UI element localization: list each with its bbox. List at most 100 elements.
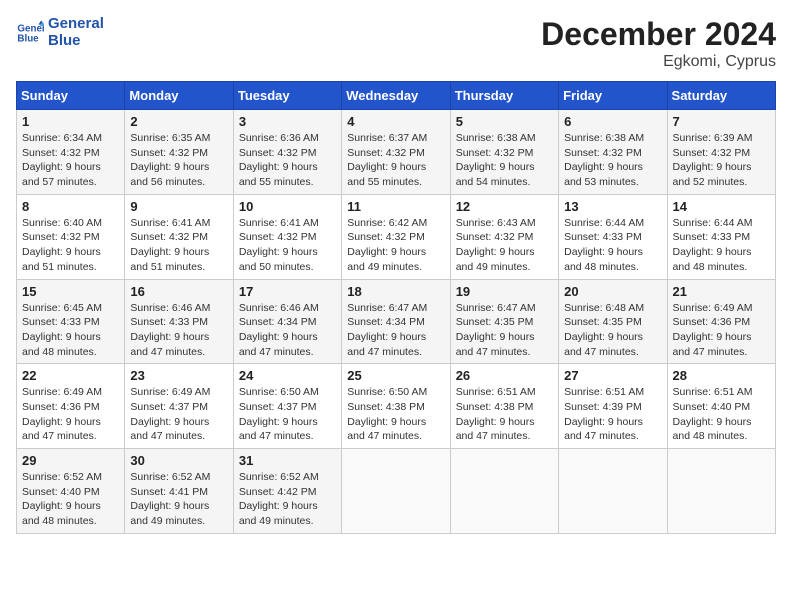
sunrise-label: Sunrise: bbox=[673, 217, 714, 229]
sunset-label: Sunset: bbox=[347, 147, 386, 159]
sunset-label: Sunset: bbox=[239, 316, 278, 328]
sunrise-value: 6:34 AM bbox=[63, 132, 102, 144]
sunset-value: 4:32 PM bbox=[386, 147, 425, 159]
calendar-week-row: 29 Sunrise: 6:52 AM Sunset: 4:40 PM Dayl… bbox=[17, 449, 776, 534]
sunset-label: Sunset: bbox=[22, 231, 61, 243]
calendar-cell: 28 Sunrise: 6:51 AM Sunset: 4:40 PM Dayl… bbox=[667, 364, 775, 449]
daylight-label: Daylight: bbox=[239, 331, 283, 343]
daylight-label: Daylight: bbox=[673, 331, 717, 343]
sunrise-label: Sunrise: bbox=[564, 217, 605, 229]
day-info: Sunrise: 6:47 AM Sunset: 4:35 PM Dayligh… bbox=[456, 301, 553, 360]
sunset-label: Sunset: bbox=[564, 147, 603, 159]
calendar-cell: 7 Sunrise: 6:39 AM Sunset: 4:32 PM Dayli… bbox=[667, 110, 775, 195]
day-info: Sunrise: 6:52 AM Sunset: 4:42 PM Dayligh… bbox=[239, 470, 336, 529]
calendar-cell: 20 Sunrise: 6:48 AM Sunset: 4:35 PM Dayl… bbox=[559, 279, 667, 364]
sunrise-value: 6:38 AM bbox=[497, 132, 536, 144]
daylight-label: Daylight: bbox=[456, 416, 500, 428]
sunset-label: Sunset: bbox=[22, 401, 61, 413]
sunset-label: Sunset: bbox=[239, 486, 278, 498]
sunset-value: 4:36 PM bbox=[711, 316, 750, 328]
sunrise-value: 6:50 AM bbox=[389, 386, 428, 398]
day-number: 31 bbox=[239, 453, 336, 468]
daylight-label: Daylight: bbox=[347, 246, 391, 258]
day-number: 3 bbox=[239, 114, 336, 129]
day-number: 14 bbox=[673, 199, 770, 214]
sunrise-label: Sunrise: bbox=[564, 302, 605, 314]
daylight-label: Daylight: bbox=[239, 161, 283, 173]
sunrise-label: Sunrise: bbox=[347, 132, 388, 144]
day-info: Sunrise: 6:51 AM Sunset: 4:40 PM Dayligh… bbox=[673, 385, 770, 444]
sunrise-label: Sunrise: bbox=[564, 386, 605, 398]
sunrise-value: 6:50 AM bbox=[280, 386, 319, 398]
calendar-cell: 29 Sunrise: 6:52 AM Sunset: 4:40 PM Dayl… bbox=[17, 449, 125, 534]
day-info: Sunrise: 6:43 AM Sunset: 4:32 PM Dayligh… bbox=[456, 216, 553, 275]
calendar-cell: 12 Sunrise: 6:43 AM Sunset: 4:32 PM Dayl… bbox=[450, 194, 558, 279]
column-header-saturday: Saturday bbox=[667, 82, 775, 110]
sunrise-value: 6:51 AM bbox=[497, 386, 536, 398]
month-title: December 2024 bbox=[541, 16, 776, 53]
sunrise-value: 6:40 AM bbox=[63, 217, 102, 229]
sunset-value: 4:40 PM bbox=[711, 401, 750, 413]
sunset-value: 4:38 PM bbox=[494, 401, 533, 413]
calendar-week-row: 8 Sunrise: 6:40 AM Sunset: 4:32 PM Dayli… bbox=[17, 194, 776, 279]
day-info: Sunrise: 6:38 AM Sunset: 4:32 PM Dayligh… bbox=[456, 131, 553, 190]
calendar-cell: 4 Sunrise: 6:37 AM Sunset: 4:32 PM Dayli… bbox=[342, 110, 450, 195]
calendar-cell: 24 Sunrise: 6:50 AM Sunset: 4:37 PM Dayl… bbox=[233, 364, 341, 449]
day-number: 24 bbox=[239, 368, 336, 383]
sunset-value: 4:32 PM bbox=[277, 231, 316, 243]
sunrise-label: Sunrise: bbox=[347, 386, 388, 398]
calendar-cell: 26 Sunrise: 6:51 AM Sunset: 4:38 PM Dayl… bbox=[450, 364, 558, 449]
daylight-label: Daylight: bbox=[22, 246, 66, 258]
sunrise-value: 6:51 AM bbox=[606, 386, 645, 398]
title-block: December 2024 Egkomi, Cyprus bbox=[541, 16, 776, 71]
sunset-label: Sunset: bbox=[456, 401, 495, 413]
calendar-cell: 6 Sunrise: 6:38 AM Sunset: 4:32 PM Dayli… bbox=[559, 110, 667, 195]
day-info: Sunrise: 6:49 AM Sunset: 4:36 PM Dayligh… bbox=[673, 301, 770, 360]
daylight-label: Daylight: bbox=[347, 331, 391, 343]
daylight-label: Daylight: bbox=[22, 500, 66, 512]
day-number: 30 bbox=[130, 453, 227, 468]
calendar-cell: 31 Sunrise: 6:52 AM Sunset: 4:42 PM Dayl… bbox=[233, 449, 341, 534]
calendar-cell: 27 Sunrise: 6:51 AM Sunset: 4:39 PM Dayl… bbox=[559, 364, 667, 449]
daylight-label: Daylight: bbox=[347, 161, 391, 173]
sunset-label: Sunset: bbox=[673, 401, 712, 413]
calendar-week-row: 15 Sunrise: 6:45 AM Sunset: 4:33 PM Dayl… bbox=[17, 279, 776, 364]
daylight-label: Daylight: bbox=[130, 331, 174, 343]
sunset-label: Sunset: bbox=[22, 147, 61, 159]
sunrise-value: 6:47 AM bbox=[497, 302, 536, 314]
day-info: Sunrise: 6:48 AM Sunset: 4:35 PM Dayligh… bbox=[564, 301, 661, 360]
sunrise-value: 6:51 AM bbox=[714, 386, 753, 398]
sunrise-label: Sunrise: bbox=[22, 471, 63, 483]
day-number: 10 bbox=[239, 199, 336, 214]
day-info: Sunrise: 6:44 AM Sunset: 4:33 PM Dayligh… bbox=[673, 216, 770, 275]
sunrise-value: 6:45 AM bbox=[63, 302, 102, 314]
day-info: Sunrise: 6:52 AM Sunset: 4:41 PM Dayligh… bbox=[130, 470, 227, 529]
calendar-cell: 10 Sunrise: 6:41 AM Sunset: 4:32 PM Dayl… bbox=[233, 194, 341, 279]
day-info: Sunrise: 6:37 AM Sunset: 4:32 PM Dayligh… bbox=[347, 131, 444, 190]
column-header-sunday: Sunday bbox=[17, 82, 125, 110]
logo-icon: General Blue bbox=[16, 19, 44, 47]
sunrise-label: Sunrise: bbox=[130, 302, 171, 314]
calendar-cell: 14 Sunrise: 6:44 AM Sunset: 4:33 PM Dayl… bbox=[667, 194, 775, 279]
day-number: 7 bbox=[673, 114, 770, 129]
sunrise-label: Sunrise: bbox=[347, 217, 388, 229]
day-number: 2 bbox=[130, 114, 227, 129]
daylight-label: Daylight: bbox=[673, 416, 717, 428]
day-number: 6 bbox=[564, 114, 661, 129]
sunrise-value: 6:52 AM bbox=[280, 471, 319, 483]
column-header-monday: Monday bbox=[125, 82, 233, 110]
calendar-week-row: 1 Sunrise: 6:34 AM Sunset: 4:32 PM Dayli… bbox=[17, 110, 776, 195]
sunset-value: 4:32 PM bbox=[603, 147, 642, 159]
logo: General Blue General Blue bbox=[16, 16, 104, 49]
day-info: Sunrise: 6:44 AM Sunset: 4:33 PM Dayligh… bbox=[564, 216, 661, 275]
calendar-cell: 25 Sunrise: 6:50 AM Sunset: 4:38 PM Dayl… bbox=[342, 364, 450, 449]
day-info: Sunrise: 6:49 AM Sunset: 4:37 PM Dayligh… bbox=[130, 385, 227, 444]
day-info: Sunrise: 6:35 AM Sunset: 4:32 PM Dayligh… bbox=[130, 131, 227, 190]
sunrise-label: Sunrise: bbox=[673, 132, 714, 144]
calendar-cell: 5 Sunrise: 6:38 AM Sunset: 4:32 PM Dayli… bbox=[450, 110, 558, 195]
sunrise-label: Sunrise: bbox=[239, 132, 280, 144]
daylight-label: Daylight: bbox=[456, 161, 500, 173]
calendar-cell: 17 Sunrise: 6:46 AM Sunset: 4:34 PM Dayl… bbox=[233, 279, 341, 364]
sunrise-label: Sunrise: bbox=[22, 386, 63, 398]
sunset-value: 4:34 PM bbox=[386, 316, 425, 328]
